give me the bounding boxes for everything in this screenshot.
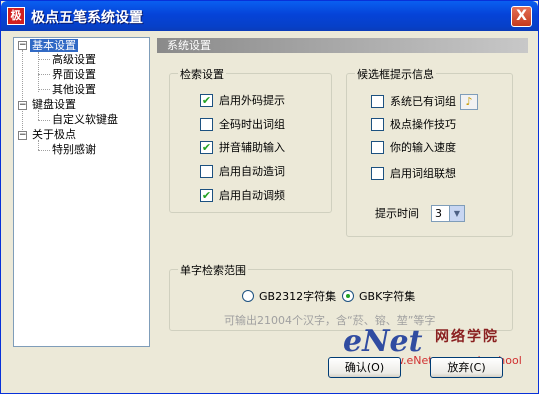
checkbox[interactable] [371,140,384,154]
tree-item-interface-settings[interactable]: 界面设置 [52,68,96,82]
collapse-toggle-icon[interactable]: − [18,131,27,140]
window-title: 极点五笔系统设置 [31,10,143,26]
cancel-button[interactable]: 放弃(C) [430,357,503,378]
option-label: 启用外码提示 [219,94,285,107]
ok-button[interactable]: 确认(O) [328,357,401,378]
candidate-hint-group: 候选框提示信息 系统已有词组 ♪ 极点操作技巧 你的输入速度 启用词组联想 提示时… [346,66,513,237]
checkbox[interactable]: ✔ [200,140,213,154]
option-operation-tips[interactable]: 极点操作技巧 [371,117,456,132]
tree-line [38,150,50,151]
tree-item-special-thanks[interactable]: 特别感谢 [52,143,96,157]
watermark-cn: 网络学院 [435,329,499,345]
option-auto-frequency[interactable]: ✔ 启用自动调频 [200,188,285,203]
tree-item-keyboard-settings[interactable]: 键盘设置 [32,98,76,112]
tree-item-about[interactable]: 关于极点 [32,128,76,142]
hint-time-value: 3 [435,207,442,220]
option-label: 启用自动造词 [219,165,285,178]
checkbox[interactable] [371,166,384,180]
option-external-code-hint[interactable]: ✔ 启用外码提示 [200,93,285,108]
settings-window: 极 极点五笔系统设置 X − 基本设置 高级设置 界面设置 其他设置 − 键盘设… [0,0,539,394]
checkbox[interactable] [200,164,213,178]
radio-button[interactable] [342,290,354,302]
option-auto-word-creation[interactable]: 启用自动造词 [200,164,285,179]
option-label: 全码时出词组 [219,118,285,131]
collapse-toggle-icon[interactable]: − [18,41,27,50]
tree-item-basic-settings[interactable]: 基本设置 [30,39,78,53]
option-label: 启用词组联想 [390,167,456,180]
group-label: 候选框提示信息 [355,66,436,82]
tree-item-label: 基本设置 [30,39,78,52]
tree-item-other-settings[interactable]: 其他设置 [52,83,96,97]
checkbox[interactable]: ✔ [200,188,213,202]
radio-gbk[interactable]: GBK字符集 [342,290,415,304]
radio-label: GBK字符集 [359,290,416,303]
hint-time-select[interactable]: 3 ▼ [431,205,465,222]
radio-label: GB2312字符集 [259,290,337,303]
checkbox[interactable] [200,117,213,131]
bell-icon[interactable]: ♪ [460,94,478,110]
radio-gb2312[interactable]: GB2312字符集 [242,290,336,304]
search-settings-group: 检索设置 ✔ 启用外码提示 全码时出词组 ✔ 拼音辅助输入 启用自动造词 ✔ 启用自动… [169,66,332,213]
radio-button[interactable] [242,290,254,302]
tree-item-advanced-settings[interactable]: 高级设置 [52,53,96,67]
option-phrase-association[interactable]: 启用词组联想 [371,166,456,181]
tree-line [38,59,50,60]
checkbox[interactable] [371,94,384,108]
panel-header: 系统设置 [157,38,528,53]
tree-item-custom-soft-keyboard[interactable]: 自定义软键盘 [52,113,118,127]
app-icon: 极 [7,7,25,25]
option-label: 极点操作技巧 [390,118,456,131]
settings-tree: − 基本设置 高级设置 界面设置 其他设置 − 键盘设置 自定义软键盘 − 关于… [13,37,150,347]
title-bar[interactable]: 极 极点五笔系统设置 X [1,1,538,31]
option-label: 拼音辅助输入 [219,141,285,154]
group-label: 检索设置 [178,66,226,82]
tree-line [22,50,23,134]
tree-line [38,52,39,92]
option-full-code-phrase[interactable]: 全码时出词组 [200,117,285,132]
option-pinyin-assist[interactable]: ✔ 拼音辅助输入 [200,140,285,155]
option-label: 系统已有词组 [390,95,456,108]
tree-line [38,74,50,75]
group-label: 单字检索范围 [178,262,248,278]
option-typing-speed[interactable]: 你的输入速度 [371,140,456,155]
option-label: 你的输入速度 [390,141,456,154]
hint-time-label: 提示时间 [375,207,419,220]
close-button[interactable]: X [511,6,532,27]
option-label: 启用自动调频 [219,189,285,202]
checkbox[interactable]: ✔ [200,93,213,107]
chevron-down-icon[interactable]: ▼ [449,206,464,221]
collapse-toggle-icon[interactable]: − [18,101,27,110]
tree-line [38,120,50,121]
option-system-phrases[interactable]: 系统已有词组 ♪ [371,94,478,110]
tree-line [38,89,50,90]
checkbox[interactable] [371,117,384,131]
